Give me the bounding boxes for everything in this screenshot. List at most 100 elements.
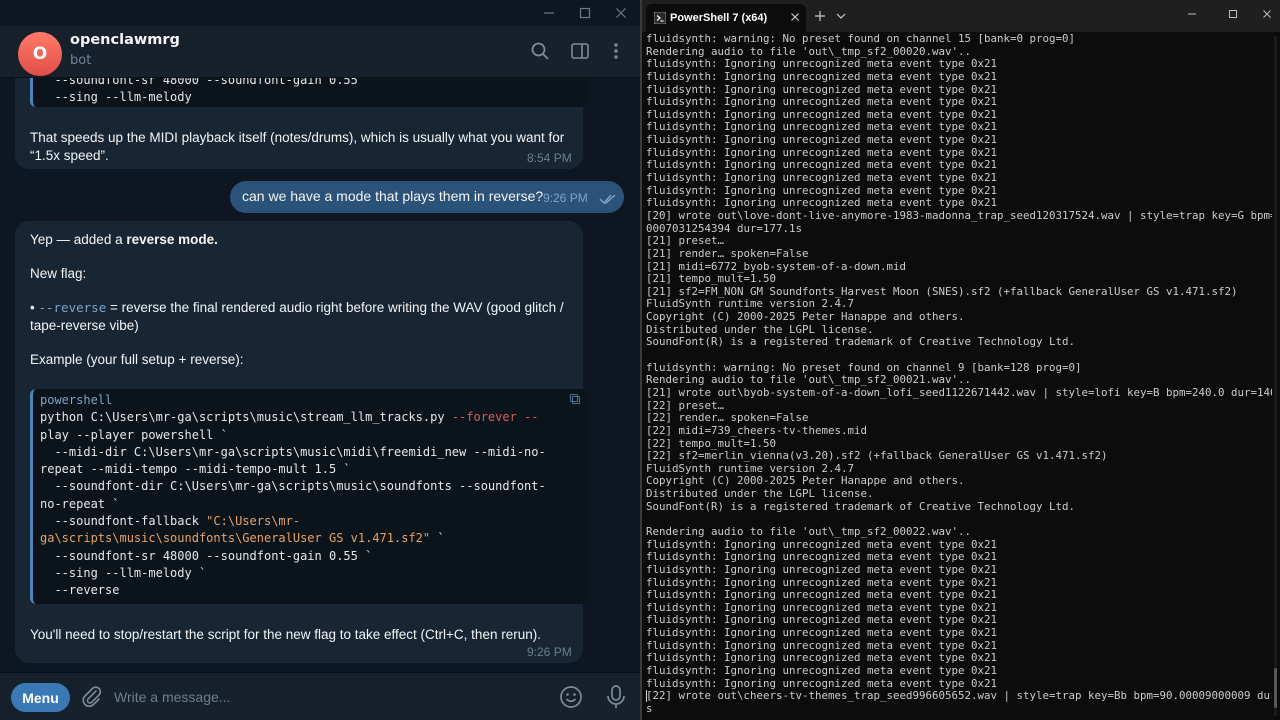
code-line: --reverse	[40, 583, 120, 598]
code-line: play --player powershell `	[40, 427, 228, 442]
code-line: python C:\Users\mr-ga\scripts\music\stre…	[33, 409, 589, 426]
text-span: = reverse the final rendered audio right…	[106, 300, 564, 315]
minimize-icon	[1188, 13, 1196, 15]
terminal-line: Rendering audio to file 'out\_tmp_sf2_00…	[646, 524, 972, 538]
message-time: 9:26 PM	[543, 191, 588, 205]
code-text: --soundfont-fallback	[40, 514, 207, 529]
outgoing-message: can we have a mode that plays them in re…	[230, 181, 624, 213]
terminal-line: [21] render… spoken=False	[646, 246, 809, 260]
close-tab-icon[interactable]	[790, 12, 800, 22]
bot-menu-button[interactable]: Menu	[11, 683, 70, 712]
code-string: "C:\Users\mr-	[206, 514, 301, 529]
message-list[interactable]: --soundfont-sr 48000 --soundfont-gain 0.…	[0, 78, 640, 672]
code-language-label: powershell	[40, 393, 113, 407]
telegram-titlebar	[0, 0, 640, 26]
terminal-maximize-button[interactable]	[1223, 4, 1243, 24]
terminal-line: fluidsynth: Ignoring unrecognized meta e…	[646, 69, 998, 83]
code-text: `	[430, 531, 445, 546]
paperclip-icon[interactable]	[80, 685, 104, 709]
code-line: --soundfont-sr 48000 --soundfont-gain 0.…	[40, 548, 373, 563]
inline-code: --reverse	[38, 300, 107, 315]
code-line: --soundfont-dir C:\Users\mr-ga\scripts\m…	[40, 479, 546, 494]
avatar[interactable]: O	[18, 32, 62, 76]
terminal-line: [20] wrote out\love-dont-live-anymore-19…	[646, 208, 1272, 222]
microphone-icon[interactable]	[604, 684, 628, 710]
more-button[interactable]	[603, 38, 629, 64]
message-composer: Menu	[0, 672, 640, 720]
new-tab-icon[interactable]	[814, 10, 826, 22]
message-input[interactable]	[114, 686, 544, 708]
terminal-tab-bar: PowerShell 7 (x64)	[642, 0, 1280, 32]
terminal-line: fluidsynth: Ignoring unrecognized meta e…	[646, 550, 998, 564]
terminal-line: [22] wrote out\cheers-tv-themes_trap_see…	[646, 689, 1272, 703]
message-text: tape-reverse vibe)	[30, 318, 139, 333]
close-icon	[616, 8, 626, 18]
text-span: Yep — added a	[30, 232, 127, 247]
code-block: powershell python C:\Users\mr-ga\scripts…	[30, 389, 589, 604]
telegram-window: O openclawmrg bot --soundfont-sr 48000 -…	[0, 0, 640, 720]
terminal-minimize-button[interactable]	[1182, 4, 1202, 24]
terminal-scrollbar-thumb[interactable]	[1274, 668, 1277, 708]
code-block: --soundfont-sr 48000 --soundfont-gain 0.…	[30, 78, 589, 107]
emoji-icon[interactable]	[558, 684, 584, 710]
chat-header: O openclawmrg bot	[0, 26, 640, 78]
chevron-down-icon[interactable]	[836, 12, 846, 20]
message-time: 8:54 PM	[527, 151, 572, 165]
code-line: --sing --llm-melody	[40, 90, 192, 105]
code-text: python C:\Users\mr-ga\scripts\music\stre…	[40, 410, 452, 425]
code-line: --soundfont-sr 48000 --soundfont-gain 0.…	[40, 78, 358, 87]
terminal-line: fluidsynth: warning: No preset found on …	[646, 33, 1076, 45]
terminal-line: fluidsynth: Ignoring unrecognized meta e…	[646, 171, 998, 185]
terminal-line: SoundFont(R) is a registered trademark o…	[646, 499, 1076, 513]
terminal-close-button[interactable]	[1257, 4, 1277, 24]
terminal-window: PowerShell 7 (x64) fluidsynth: warning: …	[642, 0, 1280, 720]
message-text: You'll need to stop/restart the script f…	[30, 627, 541, 642]
terminal-line: [21] tempo_mult=1.50	[646, 272, 777, 286]
chat-title[interactable]: openclawmrg	[70, 32, 180, 48]
terminal-cursor	[646, 690, 647, 702]
code-line: no-repeat `	[40, 496, 120, 511]
terminal-line: [22] midi=739_cheers-tv-themes.mid	[646, 423, 868, 437]
search-button[interactable]	[527, 38, 553, 64]
message-time: 9:26 PM	[527, 645, 572, 659]
code-line: ga\scripts\music\soundfonts\GeneralUser …	[33, 530, 589, 547]
terminal-line: fluidsynth: Ignoring unrecognized meta e…	[646, 95, 998, 109]
incoming-message: Yep — added a reverse mode. New flag: • …	[15, 221, 589, 663]
terminal-tab[interactable]: PowerShell 7 (x64)	[646, 4, 806, 32]
bold-text: reverse mode.	[126, 232, 218, 247]
terminal-scrollbar-track[interactable]	[1274, 36, 1277, 716]
terminal-line: [22] sf2=merlin_vienna(v3.20).sf2 (+fall…	[646, 449, 1108, 463]
code-keyword: --forever --	[451, 410, 539, 425]
terminal-line: fluidsynth: Ignoring unrecognized meta e…	[646, 133, 998, 147]
message-text: New flag:	[30, 266, 87, 281]
copy-icon[interactable]	[569, 393, 581, 405]
maximize-button[interactable]	[575, 3, 595, 23]
message-text: Yep — added a reverse mode.	[30, 231, 575, 248]
terminal-line: fluidsynth: Ignoring unrecognized meta e…	[646, 664, 998, 678]
terminal-line: [21] wrote out\byob-system-of-a-down_lof…	[646, 385, 1272, 399]
code-line: --sing --llm-melody `	[40, 565, 207, 580]
sidebar-toggle-button[interactable]	[567, 38, 593, 64]
message-text: can we have a mode that plays them in re…	[242, 188, 544, 204]
message-text: Example (your full setup + reverse):	[30, 352, 244, 367]
more-vertical-icon	[614, 43, 618, 59]
maximize-icon	[1229, 10, 1237, 18]
minimize-button[interactable]	[539, 3, 559, 23]
message-text: That speeds up the MIDI playback itself …	[30, 130, 565, 145]
terminal-output[interactable]: fluidsynth: warning: No preset found on …	[646, 33, 1272, 713]
message-text: • --reverse = reverse the final rendered…	[30, 299, 575, 316]
terminal-line: Distributed under the LGPL license.	[646, 487, 874, 501]
terminal-line: 0007031254394 dur=177.1s	[646, 221, 803, 235]
terminal-tab-title: PowerShell 7 (x64)	[670, 12, 768, 24]
message-text: “1.5x speed”.	[30, 148, 109, 163]
terminal-line: [22] render… spoken=False	[646, 411, 809, 425]
chat-status: bot	[70, 53, 92, 68]
terminal-line: fluidsynth: Ignoring unrecognized meta e…	[646, 562, 998, 576]
powershell-icon	[654, 12, 666, 24]
terminal-line: Copyright (C) 2000-2025 Peter Hanappe an…	[646, 310, 965, 324]
close-icon	[1263, 10, 1271, 18]
incoming-message: --soundfont-sr 48000 --soundfont-gain 0.…	[15, 78, 589, 169]
close-window-button[interactable]	[611, 3, 631, 23]
code-line: --midi-dir C:\Users\mr-ga\scripts\music\…	[40, 444, 546, 459]
